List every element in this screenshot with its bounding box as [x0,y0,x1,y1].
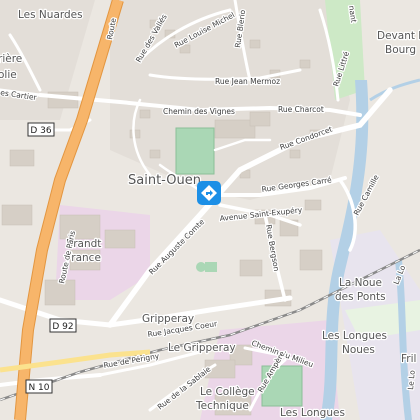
svg-text:D 92: D 92 [52,322,73,332]
label-les-nuardes: Les Nuardes [18,9,83,21]
label-riere: rière [0,53,22,65]
sports-pitch [175,127,215,175]
label-devant-le: Devant l [377,30,420,42]
map-view[interactable]: D 36 D 92 N 10 Les Nuardes rière olie De… [0,0,420,420]
label-le-lo: Le Lo [406,369,417,390]
label-saint-ouen: Saint-Ouen [128,173,201,188]
pond-green [196,262,206,272]
label-les-longues-bottom: Les Longues [280,407,345,419]
label-rue-charcot: Rue Charcot [278,105,324,114]
label-le-college: Le Collège [200,386,255,398]
svg-text:N 10: N 10 [28,383,49,393]
label-bourg: Bourg [385,44,416,56]
shield-d92: D 92 [49,318,77,333]
label-olie: olie [0,69,17,81]
label-chemin-des-vignes: Chemin des Vignes [163,107,235,116]
label-fril: Fril [401,353,416,365]
label-les-longues: Les Longues [322,330,387,342]
shield-n10: N 10 [25,379,53,394]
label-la-noue: La Noue [339,277,382,289]
label-rue-jean-mermoz: Rue Jean Mermoz [215,77,280,86]
svg-text:D 36: D 36 [30,126,52,136]
label-noues: Noues [342,344,375,356]
map-canvas[interactable]: D 36 D 92 N 10 Les Nuardes rière olie De… [0,0,420,420]
location-pin[interactable] [196,180,222,206]
label-le-gripperay: Le Gripperay [168,342,236,354]
small-pitch [205,262,217,272]
label-technique: Technique [195,400,249,412]
shield-d36: D 36 [27,122,55,137]
parking-diamond-icon [197,181,221,205]
label-des-ponts: des Ponts [335,291,386,303]
